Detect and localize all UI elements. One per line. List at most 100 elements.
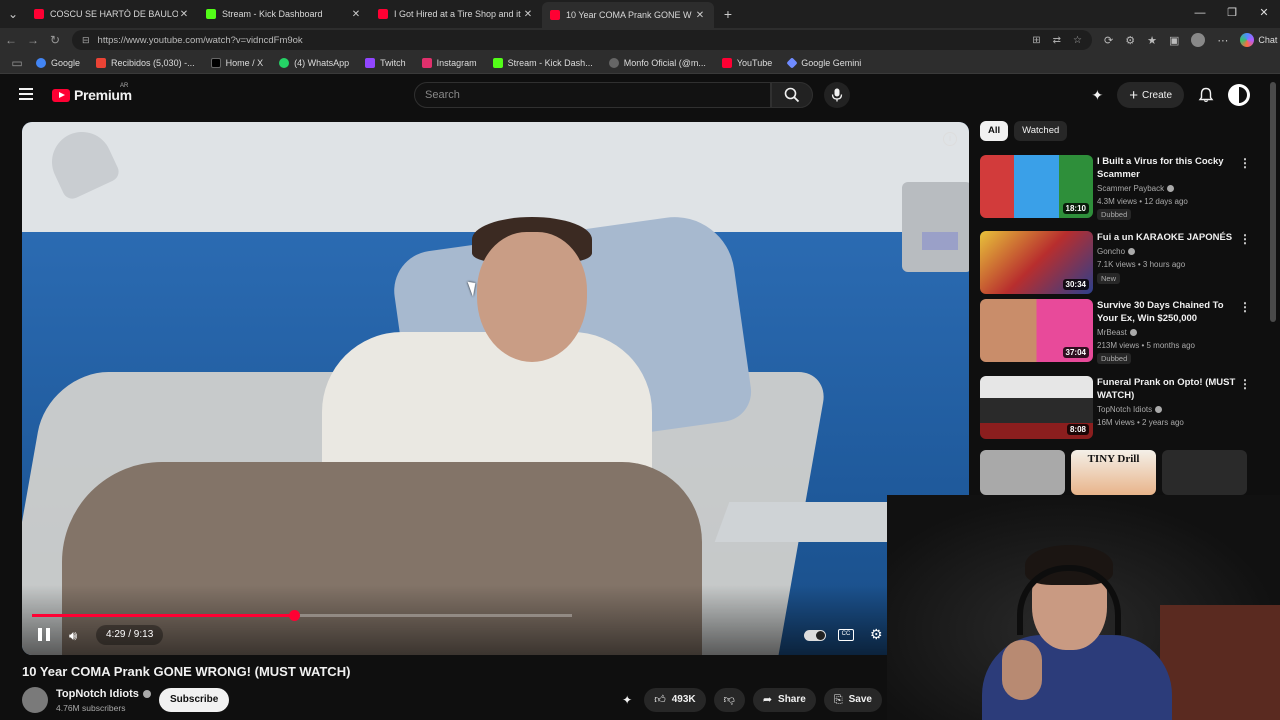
more-menu-icon[interactable]: ⋯	[1217, 34, 1228, 47]
video-thumbnail[interactable]: 30:34	[980, 231, 1093, 294]
autoplay-toggle[interactable]	[804, 630, 826, 641]
bookmark-kick[interactable]: Stream - Kick Dash...	[492, 57, 593, 68]
recommendation-channel[interactable]: MrBeast	[1097, 328, 1137, 337]
channel-name-link[interactable]: TopNotch Idiots	[56, 688, 151, 700]
bookmark-google[interactable]: Google	[36, 57, 80, 68]
recommendation-channel[interactable]: Goncho	[1097, 247, 1136, 256]
close-tab-icon[interactable]: ✕	[178, 9, 190, 20]
bookmark-gmail[interactable]: Recibidos (5,030) -...	[96, 57, 195, 68]
recommendation-item[interactable]: 30:34 Fui a un KARAOKE JAPONÉS Goncho 7.…	[980, 231, 1260, 297]
profile-avatar-icon[interactable]	[1191, 33, 1206, 47]
instagram-icon	[421, 57, 432, 68]
more-options-icon[interactable]: ⋮	[1239, 232, 1251, 246]
browser-tab-1[interactable]: COSCU SE HARTÓ DE BAULO Y LE ✕	[26, 2, 198, 26]
more-options-icon[interactable]: ⋮	[1239, 377, 1251, 391]
duration-badge: 8:08	[1066, 424, 1089, 435]
bookmark-whatsapp[interactable]: (4) WhatsApp	[279, 57, 349, 68]
video-thumbnail[interactable]: 8:08	[980, 376, 1093, 439]
bookmark-gemini[interactable]: Google Gemini	[786, 56, 861, 69]
recommendation-item[interactable]: 8:08 Funeral Prank on Opto! (MUST WATCH)…	[980, 376, 1260, 442]
video-thumbnail[interactable]: 37:04	[980, 299, 1093, 362]
bookmark-star-icon[interactable]: ☆	[1073, 35, 1082, 46]
recommendation-item[interactable]: 37:04 Survive 30 Days Chained To Your Ex…	[980, 299, 1260, 365]
subscribe-button[interactable]: Subscribe	[159, 688, 230, 712]
browser-tab-bar: ⌄ COSCU SE HARTÓ DE BAULO Y LE ✕ Stream …	[0, 0, 1280, 28]
extensions-icon[interactable]: ⚙	[1125, 34, 1135, 47]
forward-icon[interactable]: →	[22, 33, 44, 47]
subtitles-icon[interactable]: CC	[838, 629, 854, 641]
menu-icon[interactable]	[19, 88, 33, 100]
refresh-ext-icon[interactable]: ⟳	[1104, 34, 1113, 47]
favorites-icon[interactable]: ★	[1147, 34, 1157, 47]
browser-tab-3[interactable]: I Got Hired at a Tire Shop and it W ✕	[370, 2, 542, 26]
sidebar-toggle-icon[interactable]: ▭	[6, 56, 28, 70]
new-tab-icon[interactable]: +	[718, 6, 738, 22]
notifications-bell-icon[interactable]	[1198, 87, 1214, 103]
recommendation-title[interactable]: Survive 30 Days Chained To Your Ex, Win …	[1097, 299, 1237, 325]
browser-tab-2[interactable]: Stream - Kick Dashboard ✕	[198, 2, 370, 26]
recommendation-title[interactable]: Funeral Prank on Opto! (MUST WATCH)	[1097, 376, 1237, 402]
tab-search-menu-icon[interactable]: ⌄	[0, 4, 26, 24]
copilot-chat-button[interactable]: Chat	[1240, 33, 1277, 47]
more-options-icon[interactable]: ⋮	[1239, 156, 1251, 170]
recommendation-item[interactable]: 18:10 I Built a Virus for this Cocky Sca…	[980, 155, 1260, 221]
create-button[interactable]: + Create	[1117, 82, 1184, 108]
progress-bar[interactable]	[32, 610, 572, 621]
bookmark-instagram[interactable]: Instagram	[421, 57, 477, 68]
search-input[interactable]: Search	[414, 82, 771, 108]
bookmark-x[interactable]: Home / X	[210, 57, 263, 68]
close-tab-icon[interactable]: ✕	[694, 10, 706, 21]
share-button[interactable]: ➦ Share	[752, 688, 816, 712]
info-icon[interactable]: i	[943, 132, 957, 146]
recommendation-title[interactable]: Fui a un KARAOKE JAPONÉS	[1097, 231, 1237, 244]
url-field[interactable]: ⊟ https://www.youtube.com/watch?v=vidncd…	[72, 30, 1092, 50]
more-options-icon[interactable]: ⋮	[1239, 300, 1251, 314]
short-thumbnail[interactable]	[1162, 450, 1247, 495]
settings-gear-icon[interactable]: ⚙	[870, 626, 883, 643]
bookmark-twitch[interactable]: Twitch	[365, 57, 406, 68]
back-icon[interactable]: ←	[0, 33, 22, 47]
recommendation-channel[interactable]: Scammer Payback	[1097, 184, 1175, 193]
video-player[interactable]: i 🔊︎ 4:29 / 9:13 CC ⚙	[22, 122, 969, 655]
dislike-button[interactable]: 👎︎	[713, 688, 745, 712]
channel-row: TopNotch Idiots 4.76M subscribers Subscr…	[22, 686, 882, 716]
short-thumbnail[interactable]	[980, 450, 1065, 495]
chip-watched[interactable]: Watched	[1014, 121, 1068, 141]
account-avatar[interactable]	[1228, 84, 1250, 106]
duration-badge: 30:34	[1062, 279, 1089, 290]
scrollbar-thumb[interactable]	[1270, 82, 1276, 322]
collections-icon[interactable]: ▣	[1169, 34, 1179, 47]
video-thumbnail[interactable]: 18:10	[980, 155, 1093, 218]
bookmark-monfo[interactable]: Monfo Oficial (@m...	[608, 57, 706, 68]
channel-name: TopNotch Idiots	[56, 688, 139, 700]
ai-sparkle-icon[interactable]: ✦	[1091, 87, 1103, 104]
translate-icon[interactable]: ⇄	[1053, 35, 1061, 46]
voice-search-button[interactable]	[824, 82, 850, 108]
like-button[interactable]: 👍︎ 493K	[644, 688, 706, 712]
save-button[interactable]: ⎘ Save	[823, 688, 882, 712]
minimize-icon[interactable]: —	[1184, 0, 1216, 28]
channel-avatar[interactable]	[22, 687, 48, 713]
recommendation-channel[interactable]: TopNotch Idiots	[1097, 405, 1163, 414]
short-thumbnail[interactable]: TINY Drill	[1071, 450, 1156, 495]
site-info-icon[interactable]: ⊟	[82, 35, 90, 46]
save-label: Save	[848, 694, 872, 705]
ask-ai-sparkle-icon[interactable]: ✦	[618, 688, 636, 712]
recommendation-title[interactable]: I Built a Virus for this Cocky Scammer	[1097, 155, 1237, 181]
volume-icon[interactable]: 🔊︎	[69, 628, 77, 644]
url-text: https://www.youtube.com/watch?v=vidncdFm…	[97, 34, 303, 46]
close-tab-icon[interactable]: ✕	[522, 9, 534, 20]
close-window-icon[interactable]: ✕	[1248, 0, 1280, 28]
pause-icon[interactable]	[38, 628, 50, 641]
chip-all[interactable]: All	[980, 121, 1009, 141]
bookmark-youtube[interactable]: YouTube	[721, 57, 772, 68]
youtube-premium-logo[interactable]: Premium AR	[52, 83, 132, 103]
install-app-icon[interactable]: ⊞	[1032, 35, 1040, 46]
search-button[interactable]	[771, 82, 813, 108]
close-tab-icon[interactable]: ✕	[350, 9, 362, 20]
like-count: 493K	[671, 694, 696, 705]
browser-tab-4-active[interactable]: 10 Year COMA Prank GONE W ✕	[542, 2, 714, 28]
reload-icon[interactable]: ↻	[44, 33, 66, 47]
tab-title: 10 Year COMA Prank GONE W	[566, 10, 692, 20]
restore-icon[interactable]: ❐	[1216, 0, 1248, 28]
